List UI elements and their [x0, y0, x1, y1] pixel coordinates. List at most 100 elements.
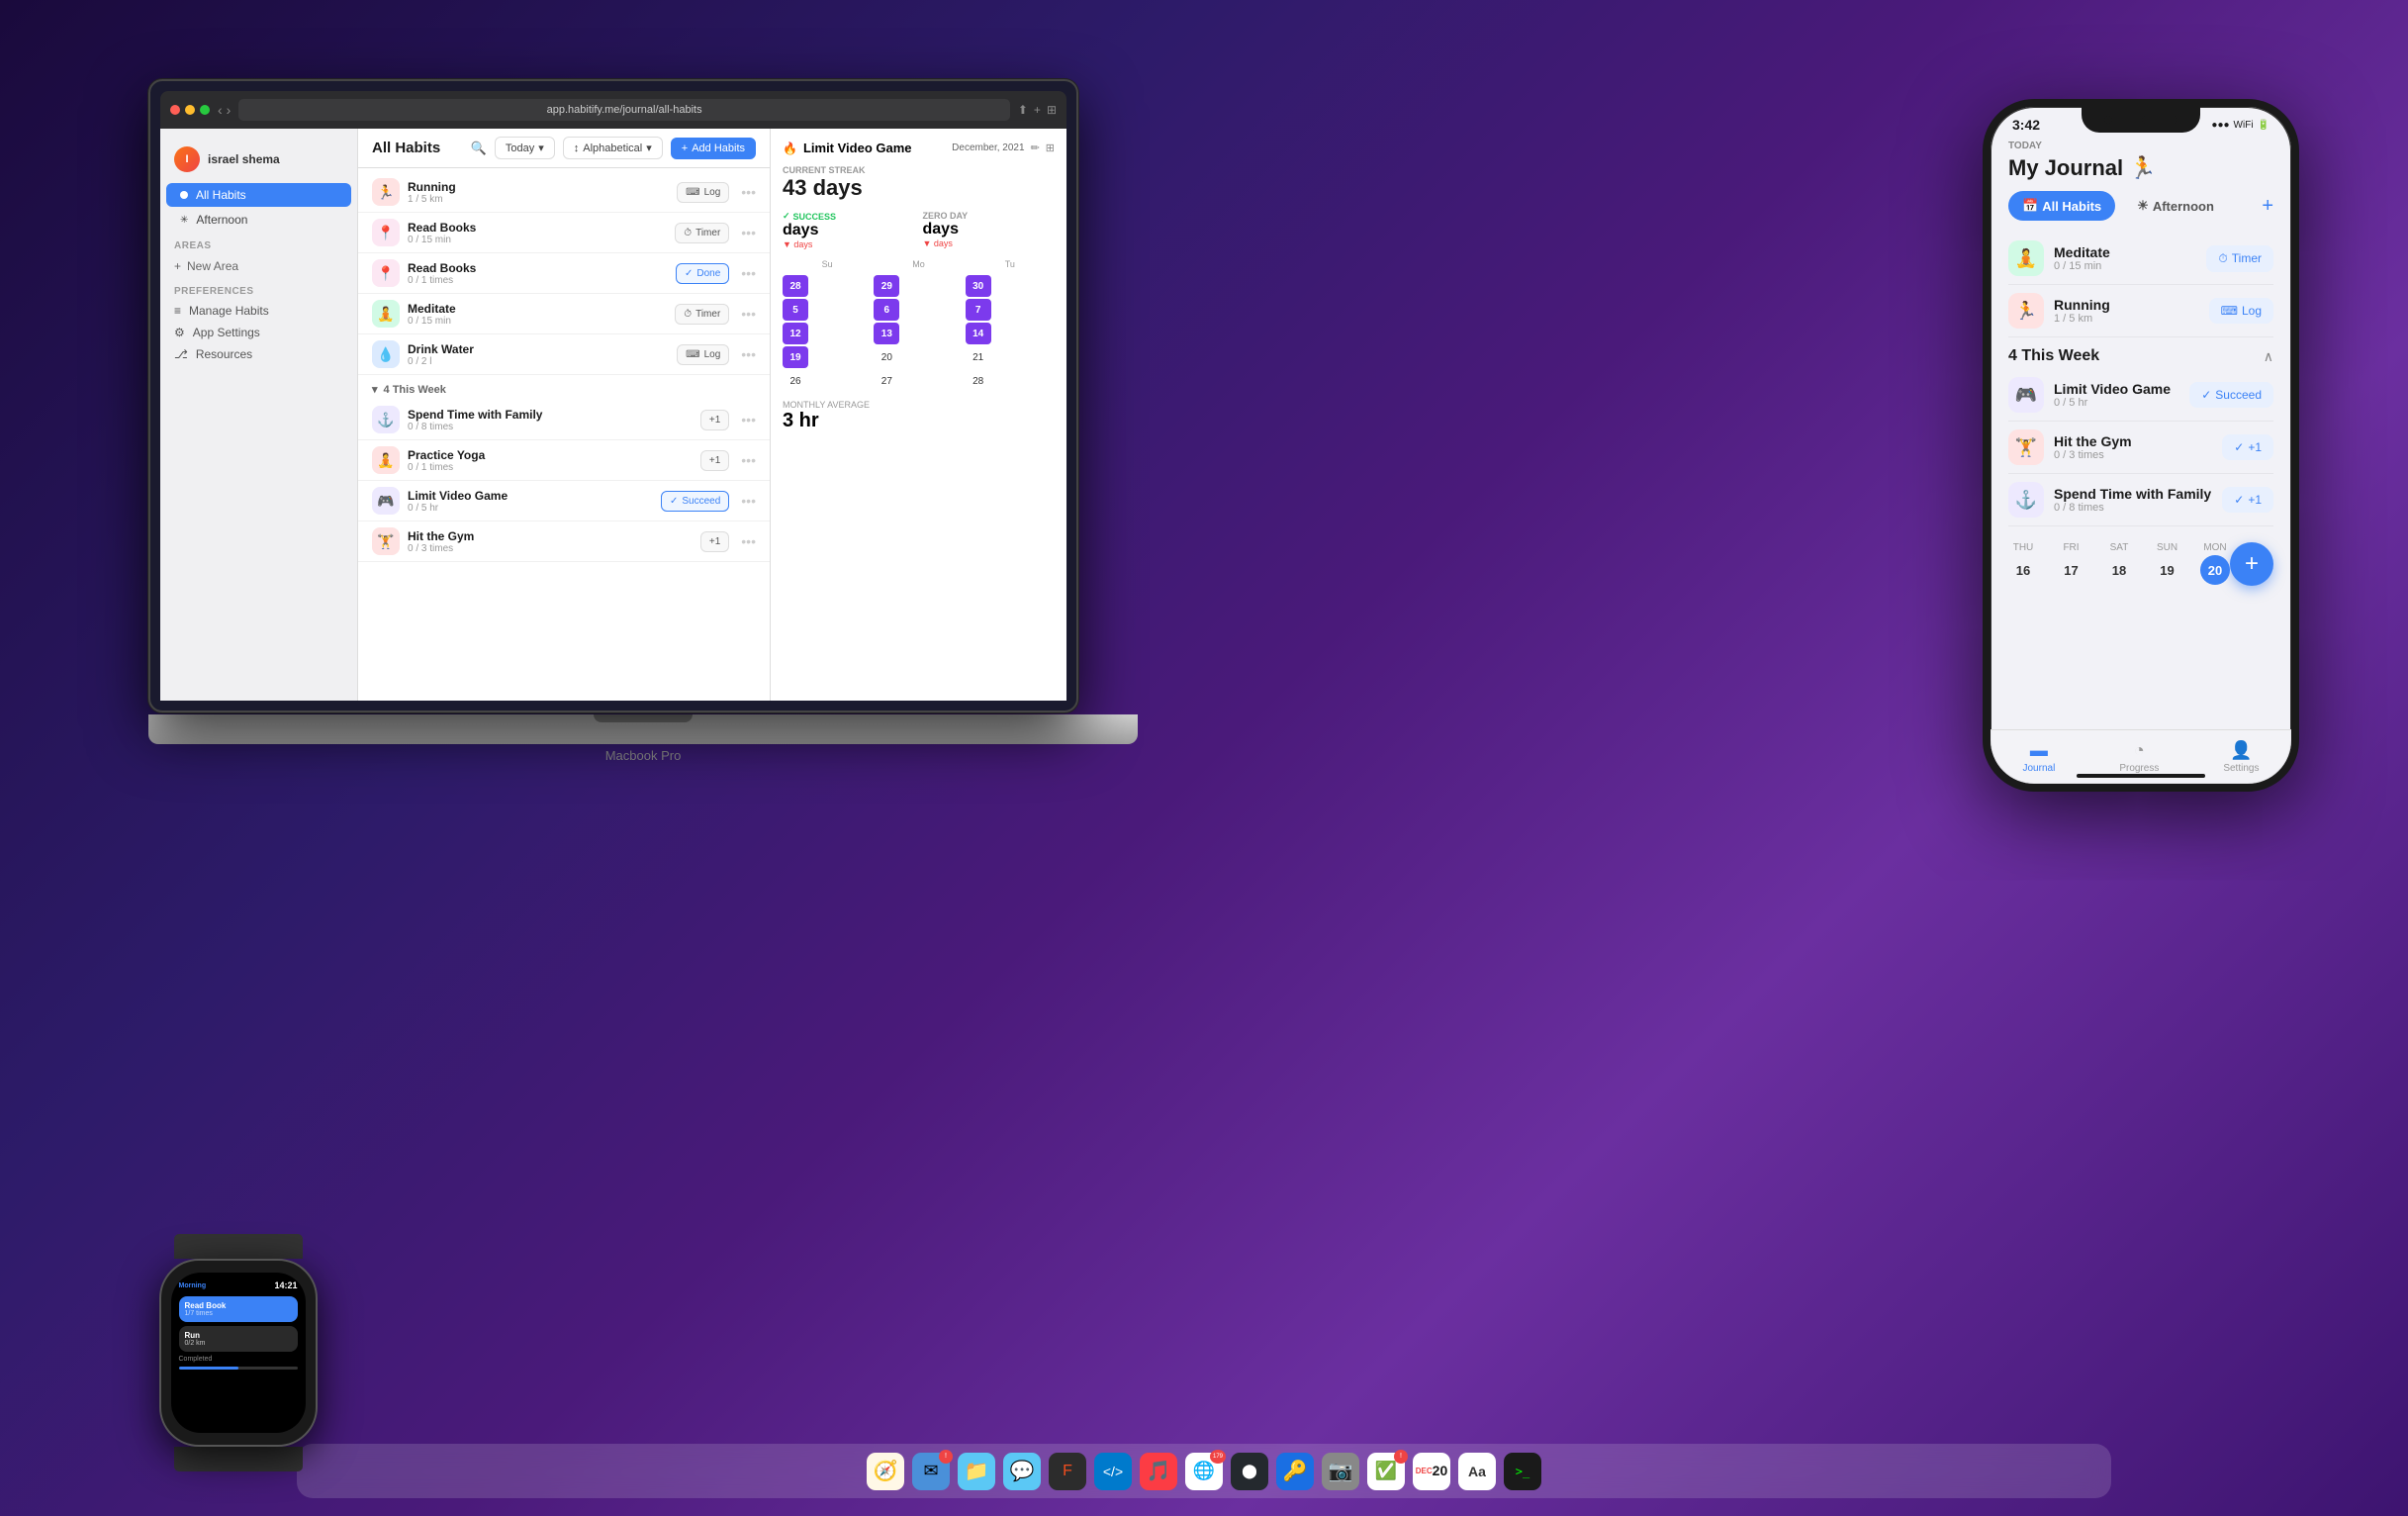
dock-icon-camera[interactable]: 📷	[1322, 1453, 1359, 1490]
video-game-succeed-button[interactable]: ✓ Succeed	[661, 491, 729, 512]
dock-icon-terminal[interactable]: >_	[1504, 1453, 1541, 1490]
alphabetical-filter-button[interactable]: ↕ Alphabetical ▾	[563, 137, 663, 159]
cal-day-12[interactable]: 12	[783, 323, 808, 344]
dock-icon-figma[interactable]: F	[1049, 1453, 1086, 1490]
url-bar[interactable]: app.habitify.me/journal/all-habits	[238, 99, 1010, 121]
close-button[interactable]	[170, 105, 180, 115]
sidebar-item-all-habits[interactable]: All Habits	[166, 183, 351, 207]
dock-icon-messages[interactable]: 💬	[1003, 1453, 1041, 1490]
more-icon-7[interactable]: •••	[741, 452, 756, 468]
more-icon-3[interactable]: •••	[741, 265, 756, 281]
dock-icon-vscode[interactable]: </>	[1094, 1453, 1132, 1490]
cal-sun[interactable]: SUN 19	[2153, 542, 2182, 585]
cal-day-20[interactable]: 20	[874, 346, 899, 368]
cal-day-26[interactable]: 26	[783, 370, 808, 392]
family-plus-button[interactable]: +1	[700, 410, 729, 430]
more-icon[interactable]: •••	[741, 184, 756, 200]
read-books-name-1: Read Books	[408, 221, 667, 235]
manage-habits-item[interactable]: ≡ Manage Habits	[160, 300, 357, 322]
fri-num: 17	[2057, 555, 2086, 585]
forward-icon[interactable]: ›	[227, 102, 232, 118]
iphone-tabs: 📅 All Habits ☀ Afternoon +	[2008, 191, 2273, 221]
iphone-nav-settings[interactable]: 👤 Settings	[2223, 740, 2259, 774]
cal-sat[interactable]: SAT 18	[2104, 542, 2134, 585]
watch-habit-read-book[interactable]: Read Book 1/7 times	[179, 1296, 298, 1322]
share-icon[interactable]: ⬆	[1018, 103, 1028, 117]
dock-icon-github[interactable]: ⬤	[1231, 1453, 1268, 1490]
cal-day-14[interactable]: 14	[966, 323, 991, 344]
iphone-add-circle-button[interactable]: +	[2230, 542, 2273, 586]
cal-day-19[interactable]: 19	[783, 346, 808, 368]
back-icon[interactable]: ‹	[218, 102, 223, 118]
read-timer-button[interactable]: ⏱ Timer	[675, 223, 729, 243]
dock-icon-1password[interactable]: 🔑	[1276, 1453, 1314, 1490]
dock-icon-mail[interactable]: ✉ !	[912, 1453, 950, 1490]
iphone-videogame-succeed-btn[interactable]: ✓ Succeed	[2189, 382, 2273, 408]
minimize-button[interactable]	[185, 105, 195, 115]
new-area-button[interactable]: + New Area	[160, 254, 357, 278]
running-log-button[interactable]: ⌨ Log	[677, 182, 729, 203]
iphone-gym-plus-btn[interactable]: ✓ +1	[2222, 434, 2273, 460]
cal-day-13[interactable]: 13	[874, 323, 899, 344]
iphone-nav-journal[interactable]: ▬ Journal	[2023, 740, 2056, 774]
avatar: I	[174, 146, 200, 172]
watch-screen: Morning 14:21 Read Book 1/7 times Run 0/…	[171, 1273, 306, 1433]
more-icon-8[interactable]: •••	[741, 493, 756, 509]
add-habits-button[interactable]: + Add Habits	[671, 138, 756, 159]
cal-day-29[interactable]: 29	[874, 275, 899, 297]
cal-day-30[interactable]: 30	[966, 275, 991, 297]
iphone-meditate-timer-btn[interactable]: ⏱ Timer	[2206, 245, 2273, 272]
iphone-family-plus-btn[interactable]: ✓ +1	[2222, 487, 2273, 513]
read-book-name: Read Book	[185, 1301, 292, 1310]
calendar-icon[interactable]: ⊞	[1046, 142, 1055, 154]
cal-header-su: Su	[783, 257, 872, 271]
cal-mon[interactable]: MON 20	[2200, 542, 2230, 585]
iphone-nav-progress[interactable]: ◔ Progress	[2119, 740, 2159, 774]
resources-item[interactable]: ⎇ Resources	[160, 343, 357, 365]
cal-thu[interactable]: THU 16	[2008, 542, 2038, 585]
app-settings-item[interactable]: ⚙ App Settings	[160, 322, 357, 343]
today-filter-button[interactable]: Today ▾	[495, 137, 555, 159]
cal-day-6[interactable]: 6	[874, 299, 899, 321]
dock-icon-calendar[interactable]: DEC 20	[1413, 1453, 1450, 1490]
iphone-gym-info: Hit the Gym 0 / 3 times	[2054, 433, 2212, 461]
yoga-sub: 0 / 1 times	[408, 462, 693, 473]
edit-icon[interactable]: ✏	[1031, 142, 1040, 154]
meditate-timer-button[interactable]: ⏱ Timer	[675, 304, 729, 325]
more-icon-5[interactable]: •••	[741, 346, 756, 362]
cal-day-27[interactable]: 27	[874, 370, 899, 392]
new-tab-icon[interactable]: +	[1034, 103, 1041, 117]
more-icon-4[interactable]: •••	[741, 306, 756, 322]
cal-day-28a[interactable]: 28	[783, 275, 808, 297]
cal-day-5[interactable]: 5	[783, 299, 808, 321]
iphone-tab-all-habits[interactable]: 📅 All Habits	[2008, 191, 2115, 221]
dock-icon-music[interactable]: 🎵	[1140, 1453, 1177, 1490]
dock-icon-files[interactable]: 📁	[958, 1453, 995, 1490]
search-icon[interactable]: 🔍	[471, 141, 487, 156]
fullscreen-button[interactable]	[200, 105, 210, 115]
gym-plus-button[interactable]: +1	[700, 531, 729, 552]
more-icon-9[interactable]: •••	[741, 533, 756, 549]
dock-icon-compass[interactable]: 🧭	[867, 1453, 904, 1490]
iphone-running-log-btn[interactable]: ⌨ Log	[2209, 298, 2273, 324]
habit-item-read-books-1: 📍 Read Books 0 / 15 min ⏱ Timer •••	[358, 213, 770, 253]
read-done-button[interactable]: ✓ Done	[676, 263, 729, 284]
sidebar-item-afternoon[interactable]: ✳ Afternoon	[166, 208, 351, 232]
watch-habit-run[interactable]: Run 0/2 km	[179, 1326, 298, 1352]
water-log-button[interactable]: ⌨ Log	[677, 344, 729, 365]
dock-icon-tasks[interactable]: ✅ !	[1367, 1453, 1405, 1490]
add-tab-button[interactable]: +	[2262, 195, 2273, 218]
grid-icon[interactable]: ⊞	[1047, 103, 1057, 117]
cal-day-28b[interactable]: 28	[966, 370, 991, 392]
more-icon-2[interactable]: •••	[741, 225, 756, 240]
cal-day-7[interactable]: 7	[966, 299, 991, 321]
run-sub: 0/2 km	[185, 1340, 292, 1347]
dock-icon-fonts[interactable]: Aa	[1458, 1453, 1496, 1490]
iphone-tab-afternoon[interactable]: ☀ Afternoon	[2123, 191, 2228, 221]
yoga-plus-button[interactable]: +1	[700, 450, 729, 471]
dock-icon-chrome[interactable]: 🌐 179	[1185, 1453, 1223, 1490]
collapse-icon[interactable]: ∧	[2264, 348, 2273, 365]
cal-fri[interactable]: FRI 17	[2057, 542, 2086, 585]
more-icon-6[interactable]: •••	[741, 412, 756, 427]
cal-day-21[interactable]: 21	[966, 346, 991, 368]
